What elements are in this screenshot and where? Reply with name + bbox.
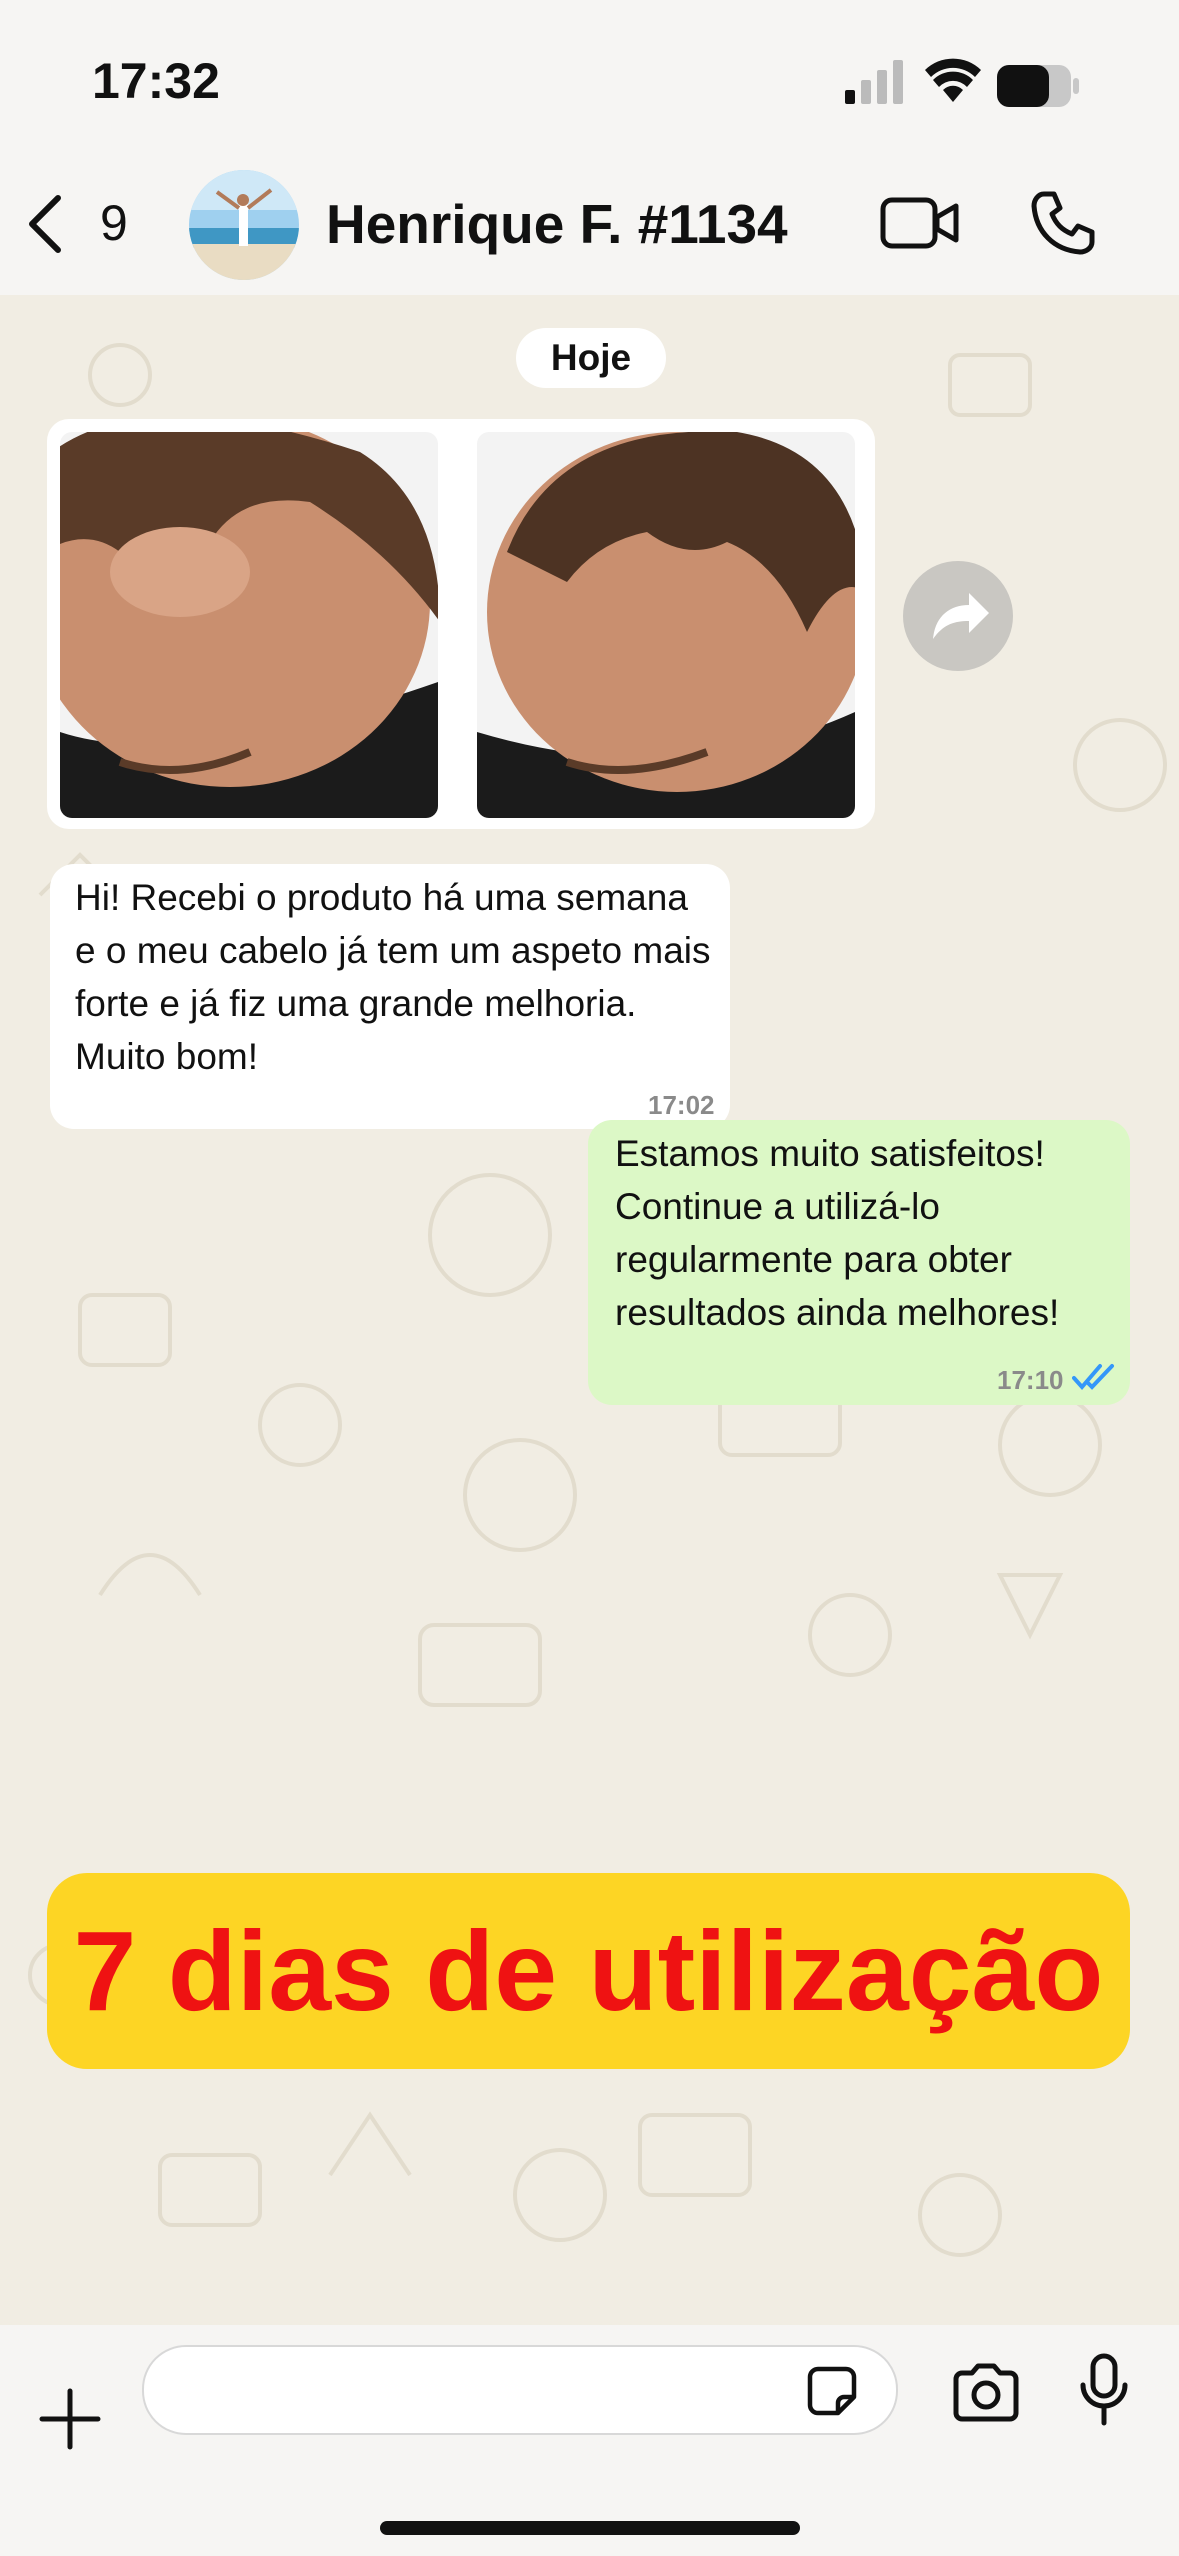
input-bar	[0, 2325, 1179, 2556]
wifi-icon	[925, 58, 981, 102]
avatar[interactable]	[189, 170, 299, 280]
unread-count[interactable]: 9	[100, 194, 128, 252]
battery-icon	[997, 65, 1079, 107]
usage-banner: 7 dias de utilização	[47, 1873, 1130, 2069]
status-time: 17:32	[92, 53, 220, 109]
outgoing-message[interactable]: Estamos muito satisfeitos! Continue a ut…	[588, 1120, 1130, 1405]
incoming-message-text: Hi! Recebi o produto há uma semana e o m…	[75, 877, 711, 1077]
outgoing-message-time: 17:10	[997, 1365, 1064, 1395]
incoming-message[interactable]: Hi! Recebi o produto há uma semana e o m…	[50, 864, 730, 1129]
sticker-icon[interactable]	[804, 2363, 860, 2419]
forward-button[interactable]	[903, 561, 1013, 671]
double-check-icon	[1072, 1364, 1114, 1391]
forward-icon	[933, 593, 989, 639]
plus-icon[interactable]	[38, 2387, 102, 2451]
signal-icon	[845, 60, 903, 104]
home-indicator	[380, 2521, 800, 2535]
incoming-message-time: 17:02	[648, 1090, 715, 1120]
image-message[interactable]	[47, 419, 875, 829]
camera-icon[interactable]	[950, 2363, 1022, 2423]
after-photo[interactable]	[477, 432, 855, 818]
message-input[interactable]	[142, 2345, 898, 2435]
before-photo[interactable]	[60, 432, 438, 818]
microphone-icon[interactable]	[1078, 2353, 1130, 2427]
contact-name[interactable]: Henrique F. #1134	[326, 192, 788, 256]
voice-call-icon[interactable]	[1030, 190, 1096, 256]
chat-header: 9 Henrique F. #1134	[0, 150, 1179, 295]
chat-area[interactable]: Hoje Hi! Recebi o produto há uma semana …	[0, 295, 1179, 2325]
video-call-icon[interactable]	[880, 195, 960, 251]
back-icon[interactable]	[24, 194, 64, 254]
status-bar: 17:32	[0, 0, 1179, 150]
date-separator: Hoje	[516, 328, 666, 388]
outgoing-message-text: Estamos muito satisfeitos! Continue a ut…	[615, 1133, 1060, 1333]
